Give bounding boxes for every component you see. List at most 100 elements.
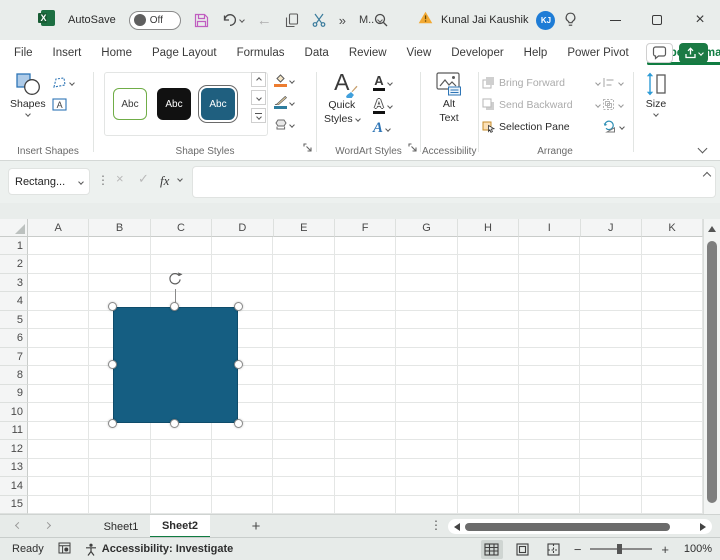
shape-style-preview-3-selected[interactable]: Abc: [198, 85, 238, 123]
selection-pane-button[interactable]: Selection Pane: [482, 119, 600, 134]
undo-dropdown-icon[interactable]: [238, 17, 245, 23]
formula-bar-handle[interactable]: ⋮: [97, 173, 109, 187]
shape-effects-button[interactable]: [274, 118, 295, 131]
tab-insert[interactable]: Insert: [43, 40, 92, 66]
horizontal-scrollbar[interactable]: [448, 519, 712, 534]
zoom-out-button[interactable]: −: [574, 542, 582, 557]
new-sheet-button[interactable]: +: [244, 515, 268, 538]
sheet-next-button[interactable]: [43, 521, 52, 530]
cut-button[interactable]: [312, 13, 326, 27]
resize-handle-sw[interactable]: [108, 419, 117, 428]
quick-styles-button[interactable]: A Quick Styles: [324, 71, 361, 125]
row-header[interactable]: 10: [0, 403, 28, 422]
undo-button[interactable]: [222, 13, 245, 27]
normal-view-button[interactable]: [480, 539, 503, 559]
tab-review[interactable]: Review: [339, 40, 397, 66]
shape-rotate-handle[interactable]: [167, 271, 183, 292]
tab-help[interactable]: Help: [514, 40, 558, 66]
row-header[interactable]: 2: [0, 255, 28, 274]
search-button[interactable]: [374, 13, 388, 32]
maximize-button[interactable]: [640, 0, 674, 40]
row-header[interactable]: 13: [0, 458, 28, 478]
comments-button[interactable]: [646, 43, 673, 63]
row-header[interactable]: 3: [0, 273, 28, 293]
resize-handle-se[interactable]: [234, 419, 243, 428]
text-box-button[interactable]: A: [52, 98, 67, 111]
column-header-e[interactable]: E: [273, 219, 335, 237]
gallery-more-button[interactable]: [251, 108, 266, 123]
page-layout-view-button[interactable]: [512, 540, 534, 559]
column-header-j[interactable]: J: [580, 219, 642, 237]
zoom-level[interactable]: 100%: [678, 543, 712, 555]
text-fill-button[interactable]: A: [373, 74, 393, 91]
zoom-in-button[interactable]: +: [661, 542, 669, 557]
scroll-right-icon[interactable]: [700, 522, 706, 531]
page-break-view-button[interactable]: [543, 540, 565, 559]
macro-record-icon[interactable]: [58, 542, 71, 557]
accessibility-status[interactable]: Accessibility: Investigate: [85, 543, 233, 556]
sheet-tab-sheet1[interactable]: Sheet1: [92, 515, 150, 538]
edit-shape-button[interactable]: [52, 76, 75, 89]
text-outline-button[interactable]: A: [373, 97, 393, 114]
column-header-f[interactable]: F: [334, 219, 397, 237]
scroll-up-icon[interactable]: [708, 226, 716, 232]
account-button[interactable]: Kunal Jai Kaushik KJ: [418, 0, 556, 40]
tab-file[interactable]: File: [0, 40, 43, 66]
qat-overflow-button[interactable]: »: [339, 13, 346, 28]
row-header[interactable]: 6: [0, 329, 28, 348]
minimize-button[interactable]: [598, 0, 632, 40]
close-button[interactable]: ×: [683, 0, 717, 40]
rotate-button[interactable]: [602, 119, 625, 134]
shapes-button[interactable]: Shapes: [10, 72, 46, 117]
column-header-h[interactable]: H: [457, 219, 520, 237]
autosave-toggle[interactable]: Off: [128, 10, 181, 30]
gallery-up-button[interactable]: [251, 72, 266, 87]
insert-function-button[interactable]: fx: [160, 173, 169, 189]
column-header-b[interactable]: B: [89, 219, 151, 237]
resize-handle-n[interactable]: [170, 302, 179, 311]
alt-text-button[interactable]: Alt Text: [424, 72, 474, 124]
selected-rectangle-shape[interactable]: [108, 302, 243, 428]
sheet-prev-button[interactable]: [14, 521, 23, 530]
copy-button[interactable]: [285, 12, 299, 28]
scroll-left-icon[interactable]: [454, 522, 460, 531]
resize-handle-s[interactable]: [170, 419, 179, 428]
shape-fill-button[interactable]: [274, 74, 295, 88]
column-header-d[interactable]: D: [212, 219, 274, 237]
text-effects-button[interactable]: A: [373, 121, 391, 136]
ribbon-collapse-button[interactable]: [697, 143, 708, 154]
sheet-menu-button[interactable]: ⋮: [430, 518, 442, 532]
row-header[interactable]: 8: [0, 366, 28, 385]
shape-outline-button[interactable]: [274, 96, 295, 110]
row-header[interactable]: 11: [0, 421, 28, 441]
size-button[interactable]: Size: [638, 72, 674, 117]
share-button[interactable]: [679, 43, 708, 63]
tab-developer[interactable]: Developer: [441, 40, 513, 66]
save-button[interactable]: [194, 13, 209, 28]
tab-home[interactable]: Home: [91, 40, 142, 66]
tab-formulas[interactable]: Formulas: [227, 40, 295, 66]
zoom-slider[interactable]: [590, 544, 653, 554]
row-header[interactable]: 5: [0, 310, 28, 330]
zoom-slider-thumb[interactable]: [617, 544, 623, 554]
row-header[interactable]: 14: [0, 477, 28, 496]
shape-style-preview-2[interactable]: Abc: [157, 88, 191, 120]
column-header-i[interactable]: I: [519, 219, 581, 237]
avatar[interactable]: KJ: [536, 10, 556, 30]
sheet-tab-sheet2[interactable]: Sheet2: [150, 515, 210, 538]
gallery-down-button[interactable]: [251, 90, 266, 105]
tips-button[interactable]: [564, 12, 577, 33]
tab-data[interactable]: Data: [295, 40, 339, 66]
resize-handle-e[interactable]: [234, 360, 243, 369]
vertical-scrollbar[interactable]: [703, 219, 720, 514]
name-box[interactable]: Rectang...: [8, 168, 90, 195]
row-header[interactable]: 4: [0, 292, 28, 311]
resize-handle-w[interactable]: [108, 360, 117, 369]
select-all-button[interactable]: [0, 219, 28, 237]
column-header-c[interactable]: C: [150, 219, 213, 237]
row-header[interactable]: 1: [0, 237, 28, 256]
tab-power-pivot[interactable]: Power Pivot: [557, 40, 638, 66]
horizontal-scrollbar-thumb[interactable]: [465, 522, 670, 531]
row-header[interactable]: 9: [0, 384, 28, 404]
row-header[interactable]: 7: [0, 347, 28, 367]
